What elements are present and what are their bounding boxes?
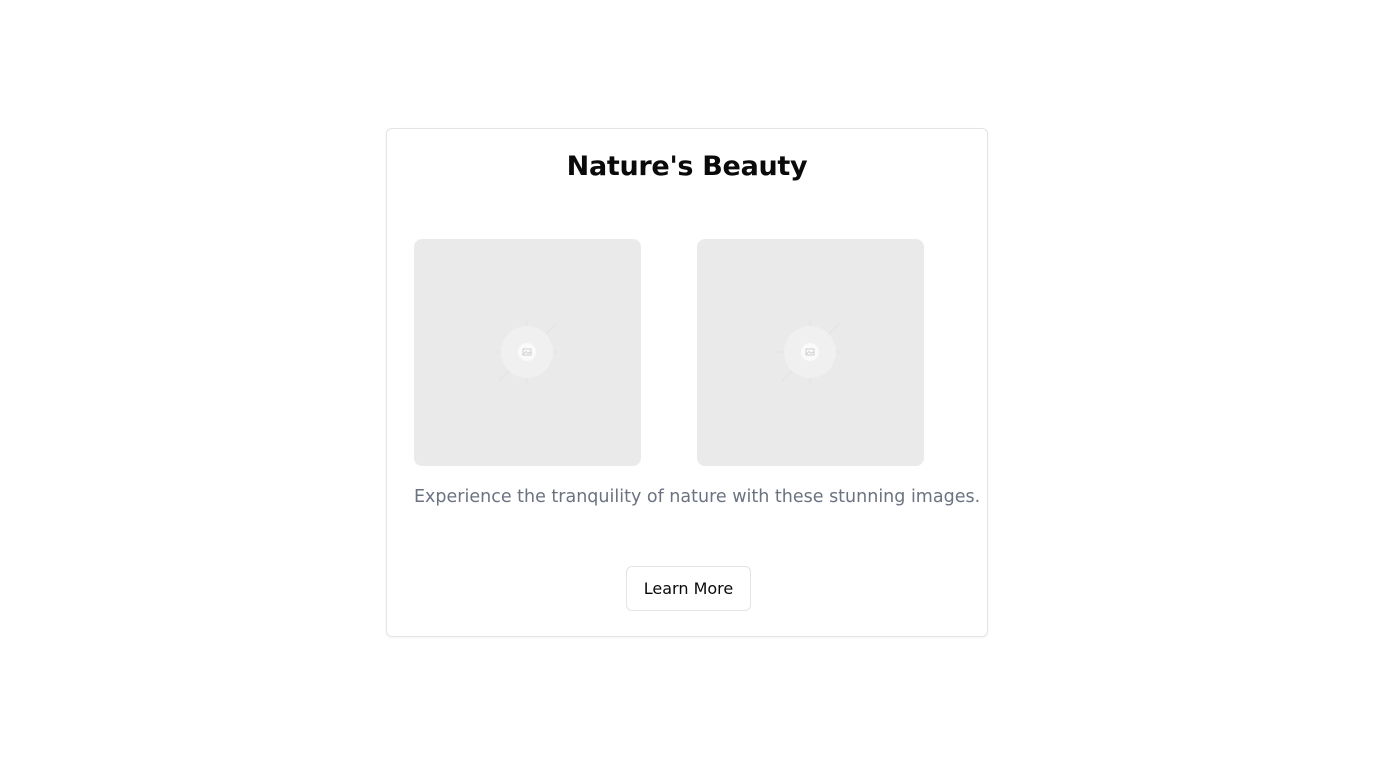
card-title: Nature's Beauty bbox=[566, 151, 808, 182]
card-description: Experience the tranquility of nature wit… bbox=[414, 487, 981, 507]
card: Nature's Beauty Experience the tranquili… bbox=[386, 128, 988, 637]
image-placeholder-1 bbox=[414, 239, 641, 466]
image-placeholder-icon bbox=[496, 321, 558, 383]
learn-more-button[interactable]: Learn More bbox=[626, 566, 751, 611]
image-placeholder-icon bbox=[779, 321, 841, 383]
image-placeholder-2 bbox=[697, 239, 924, 466]
